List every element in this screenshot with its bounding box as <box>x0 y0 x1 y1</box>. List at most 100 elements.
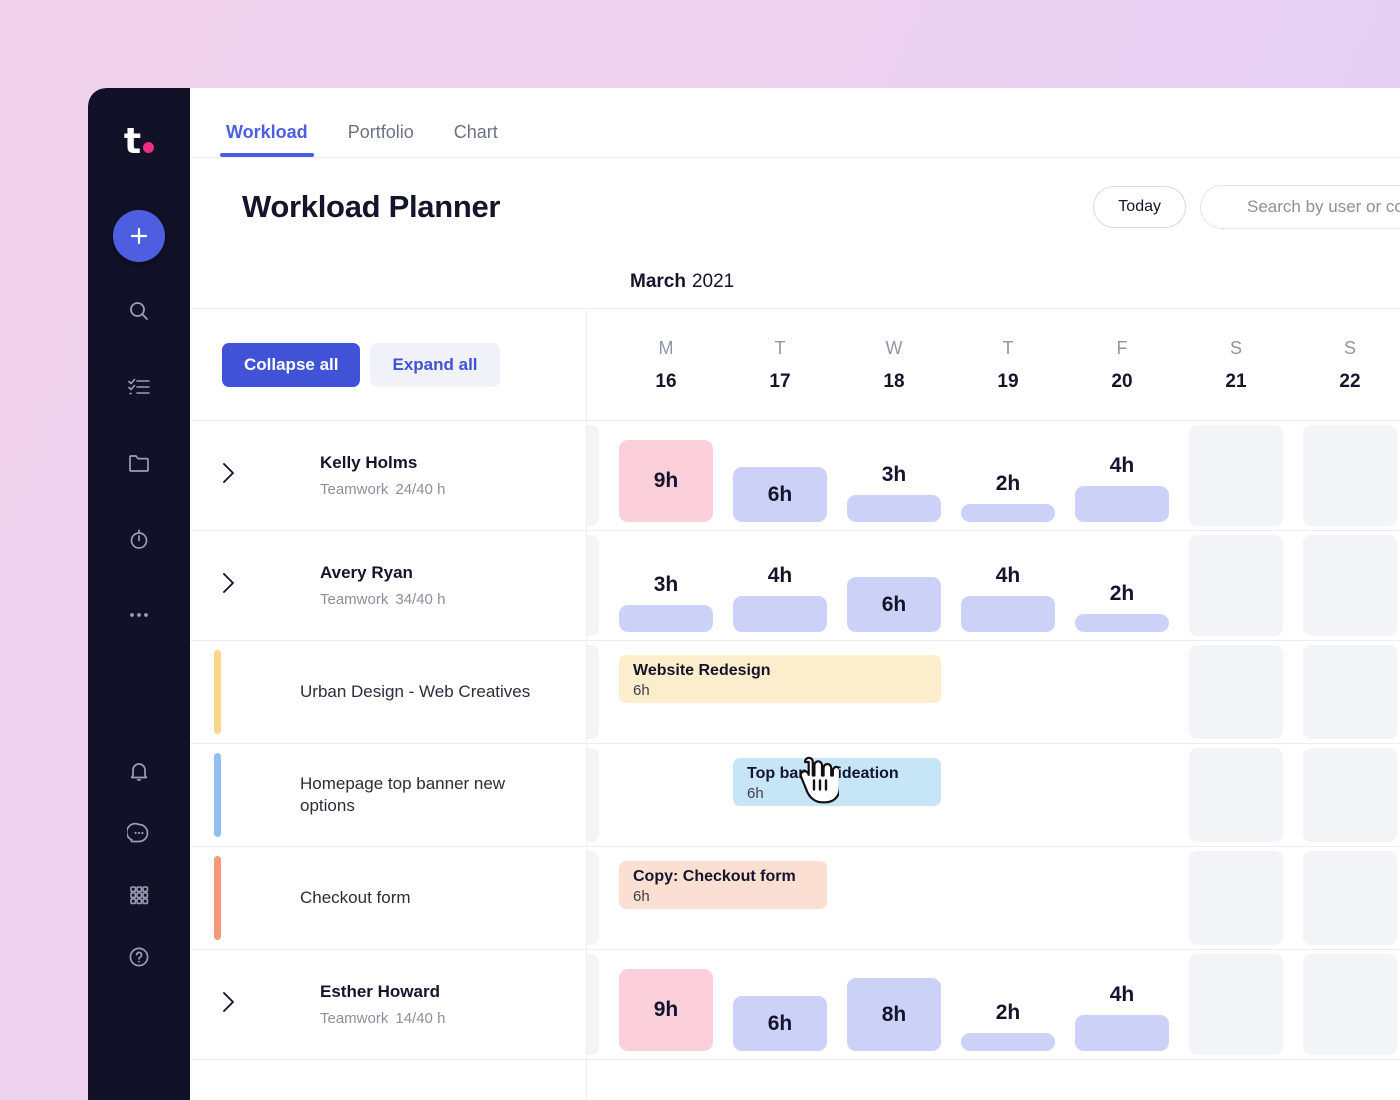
grid-right-column: M16T17W18T19F20S21S22M23 9h6h3h2h4h9h3h4… <box>587 309 1400 1100</box>
hour-bar[interactable]: 6h <box>733 996 827 1051</box>
day-cell-21[interactable] <box>1179 641 1293 743</box>
hour-bar[interactable]: 9h <box>619 440 713 522</box>
hour-bar-label: 4h <box>767 564 793 587</box>
day-cell-20[interactable]: 4h <box>1065 950 1179 1059</box>
hour-bar[interactable]: 2h <box>961 472 1055 522</box>
weekend-placeholder <box>1189 851 1283 945</box>
day-cell-21[interactable] <box>1179 421 1293 530</box>
day-header-17: T 17 <box>723 309 837 421</box>
day-cell-18[interactable] <box>837 847 951 949</box>
task-chip[interactable]: Top banner ideation 6h <box>733 758 941 806</box>
day-cell-18[interactable]: 3h <box>837 421 951 530</box>
day-cell-20[interactable] <box>1065 641 1179 743</box>
weekend-placeholder <box>1189 748 1283 842</box>
day-cell-16[interactable]: 9h <box>609 950 723 1059</box>
day-cell-19[interactable] <box>951 641 1065 743</box>
search-icon[interactable] <box>112 284 166 338</box>
person-name: Esther Howard <box>320 982 440 1001</box>
day-cell-19[interactable] <box>951 744 1065 846</box>
hour-bar[interactable]: 4h <box>1075 454 1169 522</box>
day-cell-16[interactable] <box>609 744 723 846</box>
hour-bar[interactable]: 4h <box>733 564 827 632</box>
tab-workload[interactable]: Workload <box>220 122 314 157</box>
task-chip-title: Copy: Checkout form <box>633 868 796 885</box>
hour-bar[interactable]: 2h <box>961 1001 1055 1051</box>
weekend-placeholder <box>587 425 599 526</box>
day-cell-20[interactable] <box>1065 847 1179 949</box>
day-cell-19[interactable]: 2h <box>951 421 1065 530</box>
day-cell-22[interactable] <box>1293 641 1400 743</box>
chevron-right-icon[interactable] <box>222 462 250 489</box>
day-cell-16[interactable]: 3h <box>609 531 723 640</box>
person-row-bars: 3h4h6h4h2h8h <box>587 531 1400 641</box>
day-cell-20[interactable]: 2h <box>1065 531 1179 640</box>
day-cell-21[interactable] <box>1179 531 1293 640</box>
day-cell-22[interactable] <box>1293 744 1400 846</box>
hour-bar-label: 2h <box>1109 582 1135 605</box>
day-cell-17[interactable]: 6h <box>723 421 837 530</box>
day-cell-22[interactable] <box>1293 421 1400 530</box>
collapse-all-button[interactable]: Collapse all <box>222 342 361 387</box>
chat-icon[interactable] <box>112 806 166 860</box>
month-name: March <box>630 271 686 292</box>
hour-bar[interactable]: 2h <box>1075 582 1169 632</box>
day-cell-19[interactable]: 4h <box>951 531 1065 640</box>
task-chip[interactable]: Copy: Checkout form 6h <box>619 861 827 909</box>
tasks-icon[interactable] <box>112 360 166 414</box>
chevron-right-icon[interactable] <box>222 572 250 599</box>
hour-bar-label: 3h <box>653 573 679 596</box>
person-row-label: Esther Howard Teamwork 14/40 h <box>190 950 586 1060</box>
day-cell-21[interactable] <box>1179 744 1293 846</box>
search-input[interactable]: Search by user or company <box>1200 185 1400 229</box>
day-cell-18[interactable]: 8h <box>837 950 951 1059</box>
expand-all-button[interactable]: Expand all <box>370 342 500 387</box>
app-logo[interactable]: t <box>124 124 155 160</box>
more-icon[interactable] <box>112 588 166 642</box>
task-name[interactable]: Urban Design - Web Creatives <box>300 681 530 703</box>
hour-bar[interactable]: 3h <box>619 573 713 632</box>
search-placeholder: Search by user or company <box>1247 197 1400 216</box>
hour-bar[interactable]: 6h <box>733 467 827 522</box>
day-cell-19[interactable]: 2h <box>951 950 1065 1059</box>
day-cell-20[interactable]: 4h <box>1065 421 1179 530</box>
day-number: 17 <box>769 370 791 392</box>
tab-portfolio[interactable]: Portfolio <box>344 122 418 157</box>
tab-chart[interactable]: Chart <box>450 122 502 157</box>
day-cell-16[interactable]: 9h <box>609 421 723 530</box>
task-accent-bar <box>214 650 221 734</box>
day-cell-22[interactable] <box>1293 847 1400 949</box>
day-cell-17[interactable]: 4h <box>723 531 837 640</box>
day-cell-19[interactable] <box>951 847 1065 949</box>
day-cell-17[interactable]: 6h <box>723 950 837 1059</box>
grid-left-column: Collapse all Expand all Kelly Holms Teamw… <box>190 309 587 1100</box>
hour-bar[interactable]: 6h <box>847 577 941 632</box>
day-cell-20[interactable] <box>1065 744 1179 846</box>
hour-bar-label: 6h <box>881 592 907 616</box>
hour-bar[interactable]: 4h <box>961 564 1055 632</box>
today-button[interactable]: Today <box>1093 186 1186 228</box>
hour-bar[interactable]: 8h <box>847 978 941 1051</box>
day-cell-21[interactable] <box>1179 950 1293 1059</box>
help-icon[interactable] <box>112 930 166 984</box>
weekend-placeholder <box>1303 851 1397 945</box>
day-header-16: M 16 <box>609 309 723 421</box>
chevron-right-icon[interactable] <box>222 991 250 1018</box>
weekend-placeholder <box>1189 535 1283 636</box>
day-cell-21[interactable] <box>1179 847 1293 949</box>
apps-grid-icon[interactable] <box>112 868 166 922</box>
bell-icon[interactable] <box>112 744 166 798</box>
task-name[interactable]: Homepage top banner new options <box>300 773 550 817</box>
day-cell-18[interactable]: 6h <box>837 531 951 640</box>
hour-bar[interactable]: 9h <box>619 969 713 1051</box>
add-button[interactable] <box>113 210 165 262</box>
hour-bar[interactable]: 4h <box>1075 983 1169 1051</box>
task-name[interactable]: Checkout form <box>300 887 411 909</box>
weekend-placeholder <box>587 954 599 1055</box>
day-number: 18 <box>883 370 905 392</box>
timer-icon[interactable] <box>112 512 166 566</box>
hour-bar[interactable]: 3h <box>847 463 941 522</box>
day-cell-22[interactable] <box>1293 950 1400 1059</box>
folder-icon[interactable] <box>112 436 166 490</box>
task-chip[interactable]: Website Redesign 6h <box>619 655 941 703</box>
day-cell-22[interactable] <box>1293 531 1400 640</box>
